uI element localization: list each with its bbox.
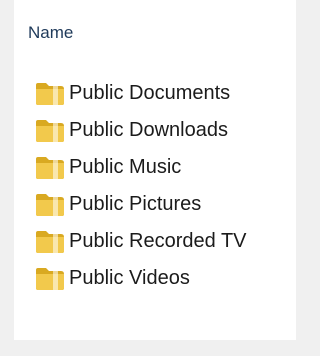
list-item-label: Public Videos	[69, 266, 190, 289]
list-item-label: Public Downloads	[69, 118, 228, 141]
list-item[interactable]: Public Music	[34, 151, 247, 183]
folder-icon	[36, 83, 64, 105]
folder-icon	[36, 120, 64, 142]
file-list-pane: Name Public Documents Public Downloads P…	[14, 0, 296, 340]
list-item-label: Public Pictures	[69, 192, 202, 215]
folder-icon	[36, 157, 64, 179]
folder-icon	[36, 268, 64, 290]
folder-icon	[36, 194, 64, 216]
list-item[interactable]: Public Videos	[34, 262, 247, 294]
list-item[interactable]: Public Documents	[34, 77, 247, 109]
list-item-label: Public Music	[69, 155, 182, 178]
list-item[interactable]: Public Downloads	[34, 114, 247, 146]
list-item-label: Public Documents	[69, 81, 231, 104]
list-item[interactable]: Public Pictures	[34, 188, 247, 220]
list-item[interactable]: Public Recorded TV	[34, 225, 247, 257]
folder-list: Public Documents Public Downloads Public…	[34, 77, 247, 299]
folder-icon	[36, 231, 64, 253]
name-column-header[interactable]: Name	[28, 21, 73, 45]
list-item-label: Public Recorded TV	[69, 229, 247, 252]
